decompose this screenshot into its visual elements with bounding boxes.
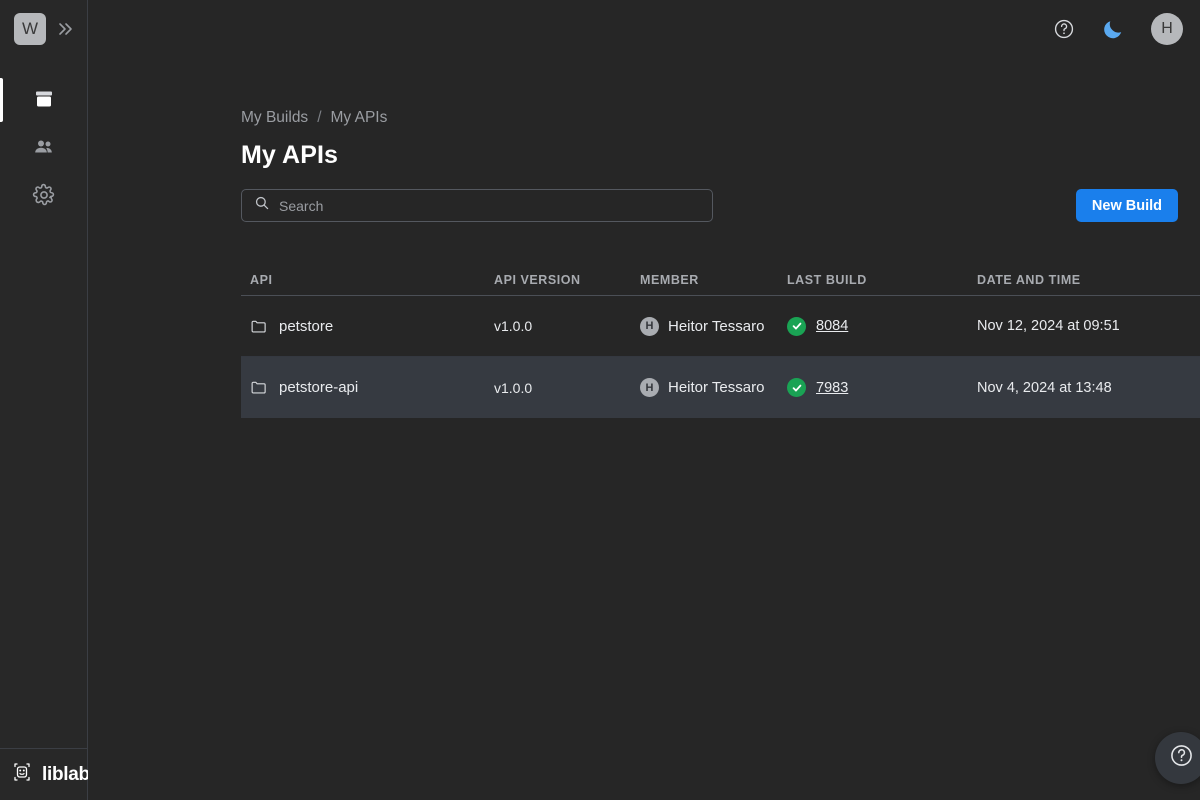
member-avatar: H [640, 378, 659, 397]
breadcrumb-separator: / [317, 109, 322, 126]
moon-icon[interactable] [1101, 17, 1125, 41]
toolbar: New Build [241, 189, 1178, 222]
cell-api[interactable]: petstore-api [241, 379, 494, 396]
liblab-llama-icon [10, 760, 34, 789]
search-input[interactable] [279, 197, 700, 214]
page-content: My Builds / My APIs My APIs New Build [88, 109, 1200, 418]
liblab-wordmark: liblab [42, 763, 90, 785]
sidebar-header: W [0, 0, 87, 57]
api-name: petstore [279, 317, 334, 335]
column-header-last-build: LAST BUILD [787, 273, 867, 287]
column-header-date-and-time: DATE AND TIME [977, 273, 1081, 287]
main-area: H My Builds / My APIs My APIs Search New… [88, 0, 1200, 800]
cell-member: H Heitor Tessaro [640, 316, 787, 336]
search-icon [254, 195, 270, 216]
column-header-member: MEMBER [640, 273, 699, 287]
member-name: Heitor Tessaro [668, 379, 765, 396]
cell-last-build: 7983 [787, 378, 977, 397]
workspace-badge[interactable]: W [14, 12, 46, 45]
sidebar-item-settings[interactable] [0, 171, 87, 219]
table-row[interactable]: petstore-api v1.0.0 H Heitor Tessaro 798… [241, 357, 1200, 418]
apis-table: API API VERSION MEMBER LAST BUILD DATE A… [241, 266, 1200, 418]
status-success-check-icon [787, 378, 806, 397]
cell-date-and-time: Nov 12, 2024 at 09:51 [977, 318, 1120, 334]
cell-member: H Heitor Tessaro [640, 378, 787, 397]
app-root: W liblab H My Builds / My APIs My APIs S… [0, 0, 1200, 800]
breadcrumb: My Builds / My APIs [241, 109, 1200, 127]
members-people-icon [32, 135, 56, 159]
cell-api[interactable]: petstore [241, 318, 494, 335]
sidebar: W liblab [0, 0, 90, 800]
cell-api-version: v1.0.0 [494, 379, 533, 396]
avatar[interactable]: H [1151, 12, 1183, 45]
double-chevron-right-icon[interactable] [56, 19, 76, 39]
table-row[interactable]: petstore v1.0.0 H Heitor Tessaro 8084 No… [241, 296, 1200, 357]
cell-api-version: v1.0.0 [494, 318, 533, 334]
column-header-api-version: API VERSION [494, 273, 581, 287]
folder-icon [250, 379, 267, 396]
active-indicator [0, 78, 3, 122]
cell-last-build: 8084 [787, 316, 977, 336]
status-success-check-icon [787, 316, 806, 336]
sidebar-item-builds[interactable] [0, 75, 87, 123]
folder-icon [250, 318, 267, 335]
cell-date-and-time: Nov 4, 2024 at 13:48 [977, 379, 1112, 396]
search-box[interactable] [241, 189, 713, 222]
build-number-link[interactable]: 8084 [816, 318, 848, 334]
table-header-row: API API VERSION MEMBER LAST BUILD DATE A… [241, 266, 1200, 296]
member-name: Heitor Tessaro [668, 317, 765, 335]
member-avatar: H [640, 316, 659, 336]
settings-gear-icon [32, 183, 56, 207]
question-circle-icon[interactable] [1053, 18, 1075, 40]
breadcrumb-current[interactable]: My APIs [331, 109, 388, 127]
sidebar-item-members[interactable] [0, 123, 87, 171]
api-name: petstore-api [279, 379, 359, 396]
brand-footer: liblab [0, 748, 90, 800]
help-fab-button[interactable] [1155, 732, 1200, 784]
sidebar-nav [0, 75, 87, 219]
build-number-link[interactable]: 7983 [816, 380, 848, 396]
question-circle-icon [1169, 743, 1194, 773]
builds-box-icon [32, 87, 56, 111]
column-header-api: API [250, 273, 273, 287]
new-build-button[interactable]: New Build [1075, 189, 1178, 222]
topbar: H [88, 0, 1200, 57]
page-title: My APIs [241, 141, 339, 169]
breadcrumb-parent[interactable]: My Builds [241, 109, 308, 127]
